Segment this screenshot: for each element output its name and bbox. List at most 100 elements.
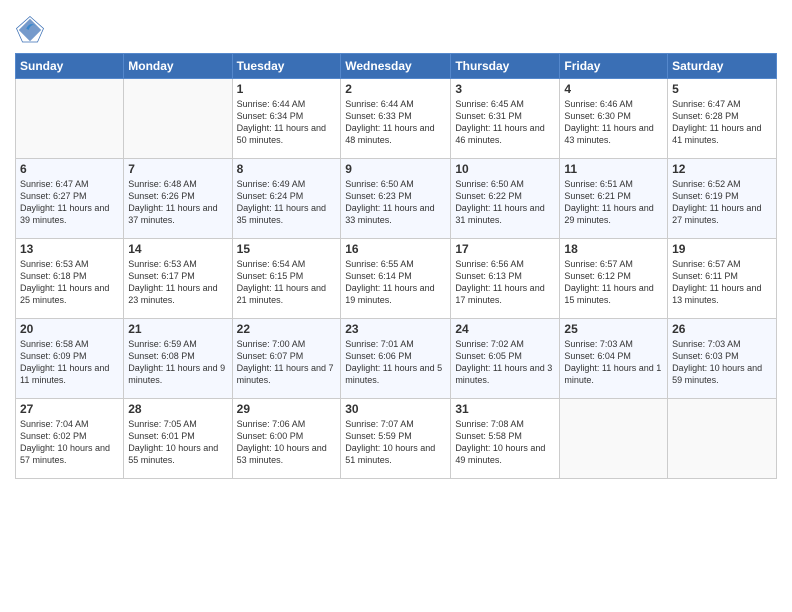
day-info: Sunrise: 6:54 AMSunset: 6:15 PMDaylight:… xyxy=(237,258,337,307)
calendar-cell: 30Sunrise: 7:07 AMSunset: 5:59 PMDayligh… xyxy=(341,399,451,479)
calendar-cell: 14 Sunrise: 6:53 AMSunset: 6:17 PMDayligh… xyxy=(124,239,232,319)
day-info: Sunrise: 6:57 AMSunset: 6:12 PMDaylight:… xyxy=(564,258,663,307)
day-number: 25 xyxy=(564,322,663,336)
calendar-week-1: 1 Sunrise: 6:44 AMSunset: 6:34 PMDaylight… xyxy=(16,79,777,159)
calendar-week-5: 27 Sunrise: 7:04 AMSunset: 6:02 PMDayligh… xyxy=(16,399,777,479)
day-info: Sunrise: 6:55 AMSunset: 6:14 PMDaylight:… xyxy=(345,258,446,307)
calendar-cell: 7 Sunrise: 6:48 AMSunset: 6:26 PMDaylight… xyxy=(124,159,232,239)
day-info: Sunrise: 6:59 AMSunset: 6:08 PMDaylight:… xyxy=(128,338,227,387)
day-number: 6 xyxy=(20,162,119,176)
calendar-table: SundayMondayTuesdayWednesdayThursdayFrid… xyxy=(15,53,777,479)
day-info: Sunrise: 6:46 AMSunset: 6:30 PMDaylight:… xyxy=(564,98,663,147)
day-info: Sunrise: 6:44 AMSunset: 6:33 PMDaylight:… xyxy=(345,98,446,147)
day-info: Sunrise: 6:47 AMSunset: 6:27 PMDaylight:… xyxy=(20,178,119,227)
day-info: Sunrise: 6:53 AMSunset: 6:17 PMDaylight:… xyxy=(128,258,227,307)
day-number: 10 xyxy=(455,162,555,176)
day-number: 8 xyxy=(237,162,337,176)
page-container: SundayMondayTuesdayWednesdayThursdayFrid… xyxy=(0,0,792,484)
calendar-cell: 24Sunrise: 7:02 AMSunset: 6:05 PMDayligh… xyxy=(451,319,560,399)
day-info: Sunrise: 6:45 AMSunset: 6:31 PMDaylight:… xyxy=(455,98,555,147)
calendar-cell xyxy=(560,399,668,479)
day-info: Sunrise: 7:03 AMSunset: 6:04 PMDaylight:… xyxy=(564,338,663,387)
calendar-cell: 31Sunrise: 7:08 AMSunset: 5:58 PMDayligh… xyxy=(451,399,560,479)
calendar-cell: 8 Sunrise: 6:49 AMSunset: 6:24 PMDaylight… xyxy=(232,159,341,239)
calendar-cell xyxy=(124,79,232,159)
day-info: Sunrise: 6:49 AMSunset: 6:24 PMDaylight:… xyxy=(237,178,337,227)
day-info: Sunrise: 7:06 AMSunset: 6:00 PMDaylight:… xyxy=(237,418,337,467)
day-number: 14 xyxy=(128,242,227,256)
calendar-cell: 22 Sunrise: 7:00 AMSunset: 6:07 PMDayligh… xyxy=(232,319,341,399)
calendar-cell: 15 Sunrise: 6:54 AMSunset: 6:15 PMDayligh… xyxy=(232,239,341,319)
day-number: 22 xyxy=(237,322,337,336)
day-number: 20 xyxy=(20,322,119,336)
calendar-cell: 6 Sunrise: 6:47 AMSunset: 6:27 PMDaylight… xyxy=(16,159,124,239)
day-info: Sunrise: 6:53 AMSunset: 6:18 PMDaylight:… xyxy=(20,258,119,307)
calendar-cell: 25 Sunrise: 7:03 AMSunset: 6:04 PMDayligh… xyxy=(560,319,668,399)
day-number: 12 xyxy=(672,162,772,176)
calendar-cell: 17 Sunrise: 6:56 AMSunset: 6:13 PMDayligh… xyxy=(451,239,560,319)
day-number: 5 xyxy=(672,82,772,96)
header-row: SundayMondayTuesdayWednesdayThursdayFrid… xyxy=(16,54,777,79)
calendar-cell xyxy=(668,399,777,479)
calendar-cell: 23 Sunrise: 7:01 AMSunset: 6:06 PMDayligh… xyxy=(341,319,451,399)
calendar-cell: 28Sunrise: 7:05 AMSunset: 6:01 PMDayligh… xyxy=(124,399,232,479)
calendar-cell: 1 Sunrise: 6:44 AMSunset: 6:34 PMDaylight… xyxy=(232,79,341,159)
col-header-wednesday: Wednesday xyxy=(341,54,451,79)
calendar-cell: 10 Sunrise: 6:50 AMSunset: 6:22 PMDayligh… xyxy=(451,159,560,239)
day-number: 17 xyxy=(455,242,555,256)
day-info: Sunrise: 7:02 AMSunset: 6:05 PMDaylight:… xyxy=(455,338,555,387)
day-info: Sunrise: 6:57 AMSunset: 6:11 PMDaylight:… xyxy=(672,258,772,307)
day-info: Sunrise: 6:56 AMSunset: 6:13 PMDaylight:… xyxy=(455,258,555,307)
day-number: 23 xyxy=(345,322,446,336)
day-number: 28 xyxy=(128,402,227,416)
calendar-cell: 3Sunrise: 6:45 AMSunset: 6:31 PMDaylight… xyxy=(451,79,560,159)
day-info: Sunrise: 7:04 AMSunset: 6:02 PMDaylight:… xyxy=(20,418,119,467)
day-info: Sunrise: 6:50 AMSunset: 6:22 PMDaylight:… xyxy=(455,178,555,227)
calendar-cell: 2 Sunrise: 6:44 AMSunset: 6:33 PMDaylight… xyxy=(341,79,451,159)
day-number: 2 xyxy=(345,82,446,96)
col-header-sunday: Sunday xyxy=(16,54,124,79)
logo-icon xyxy=(15,15,45,45)
col-header-friday: Friday xyxy=(560,54,668,79)
day-info: Sunrise: 6:48 AMSunset: 6:26 PMDaylight:… xyxy=(128,178,227,227)
header xyxy=(15,10,777,45)
col-header-saturday: Saturday xyxy=(668,54,777,79)
day-info: Sunrise: 6:47 AMSunset: 6:28 PMDaylight:… xyxy=(672,98,772,147)
calendar-week-3: 13 Sunrise: 6:53 AMSunset: 6:18 PMDayligh… xyxy=(16,239,777,319)
day-number: 27 xyxy=(20,402,119,416)
day-info: Sunrise: 7:01 AMSunset: 6:06 PMDaylight:… xyxy=(345,338,446,387)
calendar-cell: 4 Sunrise: 6:46 AMSunset: 6:30 PMDaylight… xyxy=(560,79,668,159)
calendar-week-2: 6 Sunrise: 6:47 AMSunset: 6:27 PMDaylight… xyxy=(16,159,777,239)
calendar-cell: 5 Sunrise: 6:47 AMSunset: 6:28 PMDaylight… xyxy=(668,79,777,159)
calendar-cell: 19Sunrise: 6:57 AMSunset: 6:11 PMDayligh… xyxy=(668,239,777,319)
day-number: 18 xyxy=(564,242,663,256)
day-number: 4 xyxy=(564,82,663,96)
logo xyxy=(15,15,49,45)
day-number: 1 xyxy=(237,82,337,96)
day-number: 21 xyxy=(128,322,227,336)
day-info: Sunrise: 7:03 AMSunset: 6:03 PMDaylight:… xyxy=(672,338,772,387)
calendar-cell xyxy=(16,79,124,159)
day-info: Sunrise: 7:00 AMSunset: 6:07 PMDaylight:… xyxy=(237,338,337,387)
day-number: 7 xyxy=(128,162,227,176)
day-number: 16 xyxy=(345,242,446,256)
calendar-cell: 11 Sunrise: 6:51 AMSunset: 6:21 PMDayligh… xyxy=(560,159,668,239)
col-header-thursday: Thursday xyxy=(451,54,560,79)
calendar-cell: 13 Sunrise: 6:53 AMSunset: 6:18 PMDayligh… xyxy=(16,239,124,319)
day-info: Sunrise: 6:58 AMSunset: 6:09 PMDaylight:… xyxy=(20,338,119,387)
day-info: Sunrise: 6:50 AMSunset: 6:23 PMDaylight:… xyxy=(345,178,446,227)
calendar-cell: 27 Sunrise: 7:04 AMSunset: 6:02 PMDayligh… xyxy=(16,399,124,479)
calendar-cell: 9Sunrise: 6:50 AMSunset: 6:23 PMDaylight… xyxy=(341,159,451,239)
day-number: 11 xyxy=(564,162,663,176)
calendar-week-4: 20 Sunrise: 6:58 AMSunset: 6:09 PMDayligh… xyxy=(16,319,777,399)
day-info: Sunrise: 6:52 AMSunset: 6:19 PMDaylight:… xyxy=(672,178,772,227)
calendar-cell: 18 Sunrise: 6:57 AMSunset: 6:12 PMDayligh… xyxy=(560,239,668,319)
calendar-cell: 16 Sunrise: 6:55 AMSunset: 6:14 PMDayligh… xyxy=(341,239,451,319)
day-number: 13 xyxy=(20,242,119,256)
day-info: Sunrise: 7:07 AMSunset: 5:59 PMDaylight:… xyxy=(345,418,446,467)
day-number: 15 xyxy=(237,242,337,256)
day-info: Sunrise: 6:44 AMSunset: 6:34 PMDaylight:… xyxy=(237,98,337,147)
day-info: Sunrise: 6:51 AMSunset: 6:21 PMDaylight:… xyxy=(564,178,663,227)
calendar-cell: 21 Sunrise: 6:59 AMSunset: 6:08 PMDayligh… xyxy=(124,319,232,399)
col-header-tuesday: Tuesday xyxy=(232,54,341,79)
